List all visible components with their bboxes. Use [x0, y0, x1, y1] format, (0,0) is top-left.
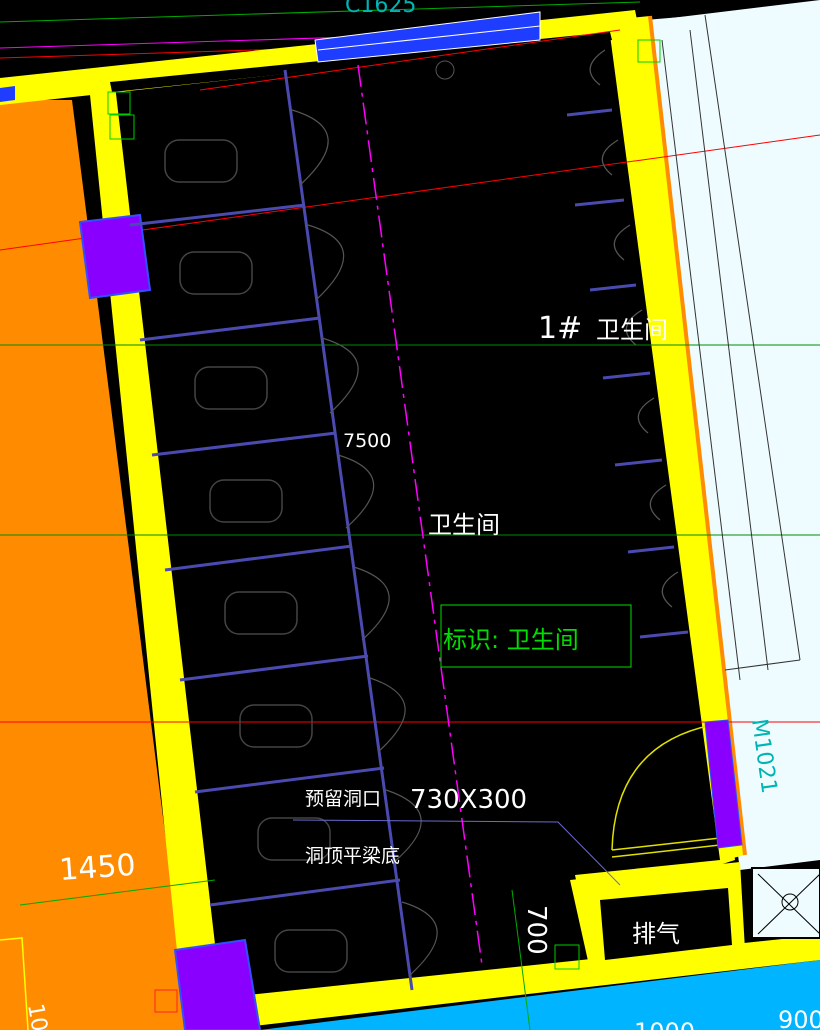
- dimension-7500-label: 7500: [343, 430, 391, 452]
- left-window: [0, 86, 15, 102]
- right-dim-label: 900: [778, 1006, 820, 1030]
- room-name-center-label: 卫生间: [428, 511, 500, 539]
- bottom-dim-label: 1000: [634, 1018, 695, 1030]
- exhaust-label: 排气: [632, 920, 680, 948]
- floor-plan-svg: C1625 1# 卫生间 7500 卫生间 标识: 卫生间 预留洞口 730X3…: [0, 0, 820, 1030]
- column: [173, 938, 262, 1030]
- dimension-700-label: 700: [521, 905, 551, 955]
- opening-note-2: 洞顶平梁底: [305, 845, 400, 867]
- opening-note-1: 预留洞口: [305, 788, 381, 810]
- column: [78, 213, 152, 300]
- top-code-label: C1625: [345, 0, 416, 18]
- opening-size-label: 730X300: [410, 785, 527, 815]
- dimension-1450-label: 1450: [58, 848, 137, 888]
- room-number-label: 1#: [538, 311, 582, 346]
- tag-label: 标识: 卫生间: [443, 626, 579, 654]
- cad-drawing-canvas[interactable]: C1625 1# 卫生间 7500 卫生间 标识: 卫生间 预留洞口 730X3…: [0, 0, 820, 1030]
- left-bottom-dim-label: 10: [22, 1002, 51, 1030]
- room-name-label: 卫生间: [596, 316, 668, 344]
